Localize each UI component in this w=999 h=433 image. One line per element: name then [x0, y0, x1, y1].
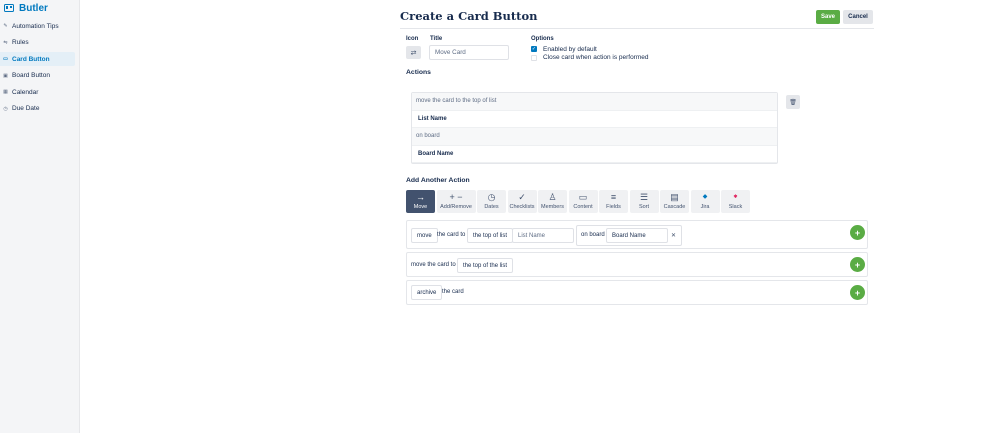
- actions-list: move the card to the top of list List Na…: [411, 92, 778, 164]
- clock-icon: ◷: [487, 192, 496, 202]
- action-board-name: Board Name: [412, 146, 777, 163]
- person-icon: ♙: [548, 192, 557, 202]
- board-name-input[interactable]: Board Name: [606, 228, 668, 243]
- tab-fields[interactable]: ≡ Fields: [599, 190, 628, 213]
- sidebar-item-label: Due Date: [12, 105, 40, 112]
- tab-cascade[interactable]: ▤ Cascade: [660, 190, 689, 213]
- position-select[interactable]: the top of the list: [457, 258, 514, 273]
- rules-icon: ⇋: [3, 39, 8, 46]
- builder-text: the card to: [437, 232, 466, 238]
- calendar-icon: ▦: [3, 89, 8, 95]
- icon-label: Icon: [406, 36, 419, 42]
- magic-wand-icon: ✎: [3, 23, 8, 29]
- sidebar-item-rules[interactable]: ⇋ Rules: [0, 36, 75, 50]
- board-icon: ▣: [3, 72, 8, 79]
- tab-dates[interactable]: ◷ Dates: [477, 190, 506, 213]
- action-row: move the card to the top of list: [412, 93, 777, 111]
- add-action-button[interactable]: +: [850, 225, 865, 240]
- close-icon[interactable]: ✕: [671, 232, 676, 239]
- cancel-button[interactable]: Cancel: [843, 9, 873, 24]
- add-action-button[interactable]: +: [850, 285, 865, 300]
- arrow-right-icon: →: [416, 192, 425, 202]
- list-name-input[interactable]: List Name: [512, 228, 574, 243]
- tab-content[interactable]: ▭ Content: [568, 190, 598, 213]
- sidebar-item-label: Card Button: [12, 55, 50, 63]
- add-action-label: Add Another Action: [406, 177, 470, 184]
- card-icon: ▭: [3, 56, 8, 62]
- options-label: Options: [531, 36, 554, 42]
- page-title: Create a Card Button: [400, 9, 538, 23]
- sidebar-item-card-button[interactable]: ▭ Card Button: [0, 52, 75, 66]
- title-input[interactable]: Move Card: [429, 45, 509, 60]
- sidebar-item-label: Calendar: [12, 88, 39, 96]
- sidebar-item-label: Automation Tips: [12, 22, 59, 30]
- position-select[interactable]: the top of list: [467, 228, 514, 243]
- save-button[interactable]: Save: [816, 9, 840, 24]
- tab-slack[interactable]: ✱ Slack: [721, 190, 750, 213]
- sidebar-item-label: Rules: [12, 39, 29, 46]
- plus-minus-icon: + −: [449, 192, 463, 202]
- tab-checklists[interactable]: ✓ Checklists: [507, 190, 537, 213]
- verb-select[interactable]: move: [411, 228, 438, 243]
- tab-add-remove[interactable]: + − Add/Remove: [436, 190, 476, 213]
- option-label: Enabled by default: [543, 45, 597, 53]
- sidebar-item-board-button[interactable]: ▣ Board Button: [0, 69, 75, 83]
- brand-name: Butler: [19, 2, 48, 14]
- sort-icon: ☰: [639, 192, 649, 202]
- tab-members[interactable]: ♙ Members: [538, 190, 567, 213]
- cascade-icon: ▤: [670, 192, 679, 202]
- action-builder-archive: archive the card +: [406, 280, 868, 305]
- builder-text: on board: [581, 232, 605, 238]
- action-builder-move-to-list: move the card to the top of list List Na…: [406, 220, 868, 249]
- actions-label: Actions: [406, 69, 431, 76]
- builder-text: move the card to: [411, 262, 456, 268]
- comment-icon: ▭: [578, 192, 588, 202]
- option-label: Close card when action is performed: [543, 54, 649, 61]
- clock-icon: ◷: [3, 105, 8, 112]
- jira-icon: ◆: [702, 194, 708, 200]
- sidebar-item-due-date[interactable]: ◷ Due Date: [0, 102, 75, 116]
- add-action-button[interactable]: +: [850, 257, 865, 272]
- sidebar-item-calendar[interactable]: ▦ Calendar: [0, 85, 75, 99]
- action-list-name: List Name: [412, 111, 777, 128]
- icon-picker-button[interactable]: ⇄: [406, 46, 421, 59]
- checkbox-checked-icon[interactable]: ✓: [531, 46, 537, 52]
- title-label: Title: [430, 36, 443, 42]
- sidebar-item-automation-tips[interactable]: ✎ Automation Tips: [0, 19, 75, 33]
- tab-sort[interactable]: ☰ Sort: [629, 190, 659, 213]
- option-enabled-by-default[interactable]: ✓ Enabled by default: [531, 46, 597, 53]
- verb-select[interactable]: archive: [411, 285, 443, 300]
- slack-icon: ✱: [733, 194, 738, 200]
- butler-logo-icon: [4, 4, 14, 12]
- sidebar: Butler ✎ Automation Tips ⇋ Rules ▭ Card …: [0, 0, 80, 433]
- trash-icon: 🗑: [789, 99, 797, 106]
- check-icon: ✓: [518, 192, 526, 202]
- sidebar-item-label: Board Button: [12, 72, 50, 79]
- action-category-tabs: → Move + − Add/Remove ◷ Dates ✓ Checklists ♙…: [406, 190, 750, 213]
- sidebar-nav: ✎ Automation Tips ⇋ Rules ▭ Card Button …: [0, 19, 79, 116]
- tab-jira[interactable]: ◆ Jira: [690, 190, 720, 213]
- fields-icon: ≡: [610, 192, 617, 202]
- action-row: on board: [412, 128, 777, 146]
- swap-icon: ⇄: [410, 49, 417, 57]
- builder-text: the card: [442, 289, 464, 295]
- action-builder-move-to-top: move the card to the top of the list +: [406, 252, 868, 277]
- checkbox-unchecked-icon[interactable]: [531, 54, 537, 61]
- header-divider: [400, 27, 874, 29]
- option-close-card[interactable]: Close card when action is performed: [531, 54, 649, 61]
- tab-move[interactable]: → Move: [406, 190, 435, 213]
- delete-action-button[interactable]: 🗑: [786, 95, 800, 109]
- brand[interactable]: Butler: [0, 1, 79, 15]
